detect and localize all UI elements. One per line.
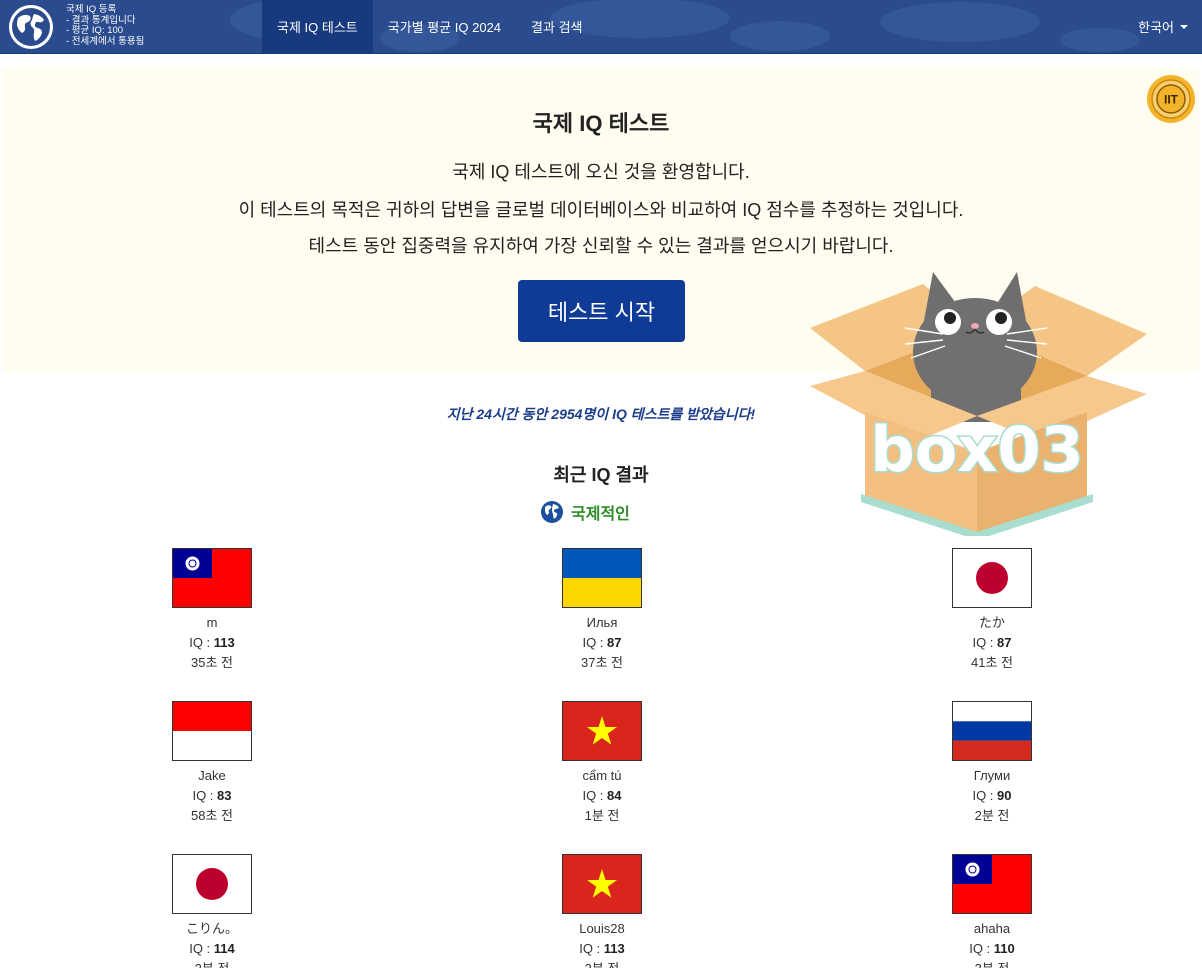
flag-taiwan-icon bbox=[952, 854, 1032, 914]
intro-line: 테스트 동안 집중력을 유지하여 가장 신뢰할 수 있는 결과를 얻으시기 바랍… bbox=[308, 236, 894, 256]
result-name: たか bbox=[978, 615, 1005, 630]
result-iq: IQ : 87 bbox=[912, 633, 1072, 653]
flag-taiwan-icon bbox=[172, 548, 252, 608]
result-card[interactable]: Глуми IQ : 90 2분 전 bbox=[912, 701, 1072, 826]
result-time: 1분 전 bbox=[584, 808, 620, 823]
iq-label: IQ : bbox=[972, 635, 994, 650]
result-name: Илья bbox=[586, 615, 618, 630]
result-time: 35초 전 bbox=[191, 655, 233, 670]
brand-line: 국제 IQ 등록 bbox=[66, 4, 117, 15]
iit-badge-icon: IIT bbox=[1147, 75, 1195, 123]
flag-vietnam-icon bbox=[562, 854, 642, 914]
result-card[interactable]: Jake IQ : 83 58초 전 bbox=[132, 701, 292, 826]
brand-logo[interactable]: 국제 IQ 등록 - 결과 통계입니다 - 평균 IQ: 100 - 전세계에서… bbox=[8, 4, 144, 50]
iq-value: 84 bbox=[607, 788, 622, 803]
result-iq: IQ : 84 bbox=[522, 786, 682, 806]
result-card[interactable]: Илья IQ : 87 37초 전 bbox=[522, 548, 682, 673]
result-name: m bbox=[206, 615, 218, 630]
flag-japan-icon bbox=[952, 548, 1032, 608]
flag-russia-icon bbox=[952, 701, 1032, 761]
result-name: ahaha bbox=[973, 921, 1011, 936]
result-iq: IQ : 113 bbox=[132, 633, 292, 653]
result-time: 3분 전 bbox=[912, 959, 1072, 968]
result-iq: IQ : 87 bbox=[522, 633, 682, 653]
iq-label: IQ : bbox=[579, 941, 601, 956]
result-time: 3분 전 bbox=[522, 959, 682, 968]
cat-box-overlay: box03 bbox=[810, 272, 1147, 536]
globe-icon bbox=[541, 501, 563, 523]
result-time: 37초 전 bbox=[581, 655, 623, 670]
chevron-down-icon bbox=[1180, 24, 1188, 29]
iq-value: 110 bbox=[993, 941, 1015, 956]
flag-japan-icon bbox=[172, 854, 252, 914]
iq-label: IQ : bbox=[972, 788, 994, 803]
result-name: Jake bbox=[198, 768, 226, 783]
result-card[interactable]: cẩm tú IQ : 84 1분 전 bbox=[522, 701, 682, 826]
iq-label: IQ : bbox=[189, 635, 211, 650]
international-label: 국제적인 bbox=[571, 506, 630, 523]
result-card[interactable]: ahaha IQ : 110 3분 전 bbox=[912, 854, 1072, 968]
iq-label: IQ : bbox=[582, 635, 604, 650]
result-card[interactable]: こりん。 IQ : 114 2분 전 bbox=[132, 854, 292, 968]
result-name: Louis28 bbox=[579, 921, 625, 936]
iq-value: 114 bbox=[213, 941, 235, 956]
result-iq: IQ : 110 bbox=[912, 939, 1072, 959]
result-time: 58초 전 bbox=[191, 808, 233, 823]
globe-logo-icon bbox=[9, 5, 53, 49]
result-time: 41초 전 bbox=[971, 655, 1013, 670]
result-iq: IQ : 90 bbox=[912, 786, 1072, 806]
top-navbar: 국제 IQ 등록 - 결과 통계입니다 - 평균 IQ: 100 - 전세계에서… bbox=[0, 0, 1202, 54]
badge-text: IIT bbox=[1164, 93, 1179, 107]
iq-label: IQ : bbox=[582, 788, 604, 803]
result-card[interactable]: たか IQ : 87 41초 전 bbox=[912, 548, 1072, 673]
result-time: 2분 전 bbox=[974, 808, 1010, 823]
nav-menu: 국제 IQ 테스트 국가별 평균 IQ 2024 결과 검색 bbox=[262, 0, 597, 53]
language-dropdown[interactable]: 한국어 bbox=[1138, 0, 1188, 53]
result-card[interactable]: m IQ : 113 35초 전 bbox=[132, 548, 292, 673]
iq-value: 87 bbox=[607, 635, 622, 650]
iq-value: 113 bbox=[213, 635, 235, 650]
nav-link-country-average[interactable]: 국가별 평균 IQ 2024 bbox=[373, 0, 516, 53]
language-label: 한국어 bbox=[1138, 20, 1174, 35]
flag-indonesia-icon bbox=[172, 701, 252, 761]
iq-value: 113 bbox=[603, 941, 625, 956]
iq-value: 90 bbox=[997, 788, 1012, 803]
nav-link-iq-test[interactable]: 국제 IQ 테스트 bbox=[262, 0, 373, 53]
iq-value: 87 bbox=[997, 635, 1012, 650]
intro-line: 이 테스트의 목적은 귀하의 답변을 글로벌 데이터베이스와 비교하여 IQ 점… bbox=[238, 200, 964, 220]
result-time: 2분 전 bbox=[132, 959, 292, 968]
flag-vietnam-icon bbox=[562, 701, 642, 761]
flag-ukraine-icon bbox=[562, 548, 642, 608]
world-map-background bbox=[230, 0, 1140, 52]
page-title: 국제 IQ 테스트 bbox=[532, 111, 670, 136]
iq-label: IQ : bbox=[969, 941, 991, 956]
box-label: box03 bbox=[870, 413, 1083, 486]
brand-line: - 전세계에서 통용됨 bbox=[66, 35, 145, 47]
intro-line: 국제 IQ 테스트에 오신 것을 환영합니다. bbox=[452, 162, 750, 182]
brand-tagline: 국제 IQ 등록 - 결과 통계입니다 - 평균 IQ: 100 - 전세계에서… bbox=[66, 4, 145, 47]
result-iq: IQ : 114 bbox=[132, 939, 292, 959]
result-name: こりん。 bbox=[185, 921, 238, 936]
result-card[interactable]: Louis28 IQ : 113 3분 전 bbox=[522, 854, 682, 968]
international-filter[interactable]: 국제적인 bbox=[540, 500, 630, 524]
result-name: cẩm tú bbox=[582, 768, 622, 783]
start-test-button[interactable]: 테스트 시작 bbox=[518, 280, 685, 342]
nav-link-search-results[interactable]: 결과 검색 bbox=[516, 0, 597, 53]
iq-label: IQ : bbox=[189, 941, 211, 956]
iq-value: 83 bbox=[217, 788, 232, 803]
result-name: Глуми bbox=[973, 768, 1011, 783]
brand-line: - 평균 IQ: 100 bbox=[66, 25, 124, 36]
iq-label: IQ : bbox=[192, 788, 214, 803]
result-iq: IQ : 83 bbox=[132, 786, 292, 806]
result-iq: IQ : 113 bbox=[522, 939, 682, 959]
